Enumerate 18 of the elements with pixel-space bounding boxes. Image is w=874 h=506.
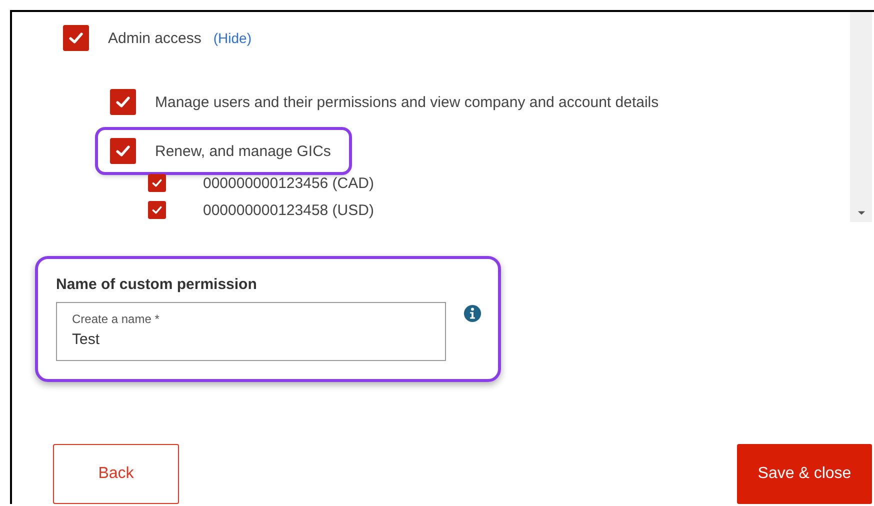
checkbox-label: 000000000123458 (USD) bbox=[203, 202, 374, 218]
checkbox[interactable] bbox=[148, 201, 166, 219]
info-icon[interactable] bbox=[463, 304, 482, 323]
back-button[interactable]: Back bbox=[53, 444, 179, 504]
checkbox-label: 000000000123456 (CAD) bbox=[203, 174, 374, 192]
checkbox[interactable] bbox=[110, 138, 136, 164]
name-input-field[interactable]: Create a name * Test bbox=[56, 302, 446, 361]
checkbox-label: Admin access bbox=[108, 30, 202, 46]
scroll-down-icon[interactable] bbox=[856, 210, 866, 216]
hide-link[interactable]: (Hide) bbox=[213, 30, 252, 46]
checkbox-label: Manage users and their permissions and view company and account details bbox=[155, 94, 659, 110]
checkbox[interactable] bbox=[63, 25, 89, 51]
scrollbar[interactable] bbox=[850, 12, 872, 222]
checkbox[interactable] bbox=[110, 89, 136, 115]
section-heading: Name of custom permission bbox=[56, 276, 258, 293]
save-button[interactable]: Save & close bbox=[737, 444, 872, 504]
checkbox-label: Renew, and manage GICs bbox=[155, 142, 331, 160]
checkbox[interactable] bbox=[148, 174, 166, 192]
